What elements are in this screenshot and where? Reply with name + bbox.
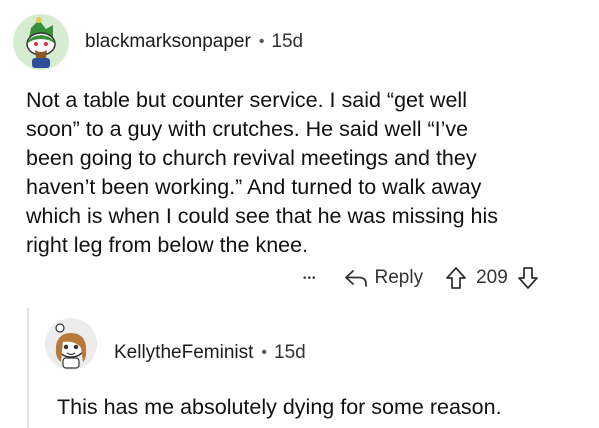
reply-body: This has me absolutely dying for some re… xyxy=(57,395,502,419)
reply-username[interactable]: KellytheFeminist xyxy=(114,342,253,364)
user-avatar[interactable] xyxy=(13,14,69,70)
comment-body-line: haven’t been working.” And turned to wal… xyxy=(26,175,482,199)
reply-label: Reply xyxy=(374,267,424,288)
vote-controls: 209 xyxy=(445,266,539,290)
reply-meta: KellytheFeminist • 15d xyxy=(114,342,306,364)
comment-meta: blackmarksonpaper • 15d xyxy=(85,31,303,53)
comment-body-line: which is when I could see that he was mi… xyxy=(26,204,499,228)
reply-age: 15d xyxy=(274,342,306,363)
thread-line[interactable] xyxy=(27,308,29,428)
upvote-arrow-icon[interactable] xyxy=(445,266,467,290)
snoo-avatar-icon xyxy=(45,318,97,370)
comment-body-line: Not a table but counter service. I said … xyxy=(26,88,467,112)
downvote-arrow-icon[interactable] xyxy=(517,266,539,290)
meta-separator: • xyxy=(261,344,267,361)
comment-username[interactable]: blackmarksonpaper xyxy=(85,31,251,53)
comment-age: 15d xyxy=(271,31,304,52)
comment-actions: ••• Reply 209 xyxy=(303,265,539,291)
reply-button[interactable]: Reply xyxy=(344,267,424,289)
comment-body-line: right leg from below the knee. xyxy=(26,233,309,257)
more-options-icon[interactable]: ••• xyxy=(303,273,317,284)
vote-score: 209 xyxy=(476,267,508,288)
reply-user-avatar[interactable] xyxy=(45,318,97,370)
meta-separator: • xyxy=(258,33,265,50)
comment-body-line: soon” to a guy with crutches. He said we… xyxy=(26,117,469,141)
reply-arrow-icon xyxy=(344,270,367,287)
comment-body-line: been going to church revival meetings an… xyxy=(26,146,477,170)
snoo-avatar-icon xyxy=(13,14,69,70)
